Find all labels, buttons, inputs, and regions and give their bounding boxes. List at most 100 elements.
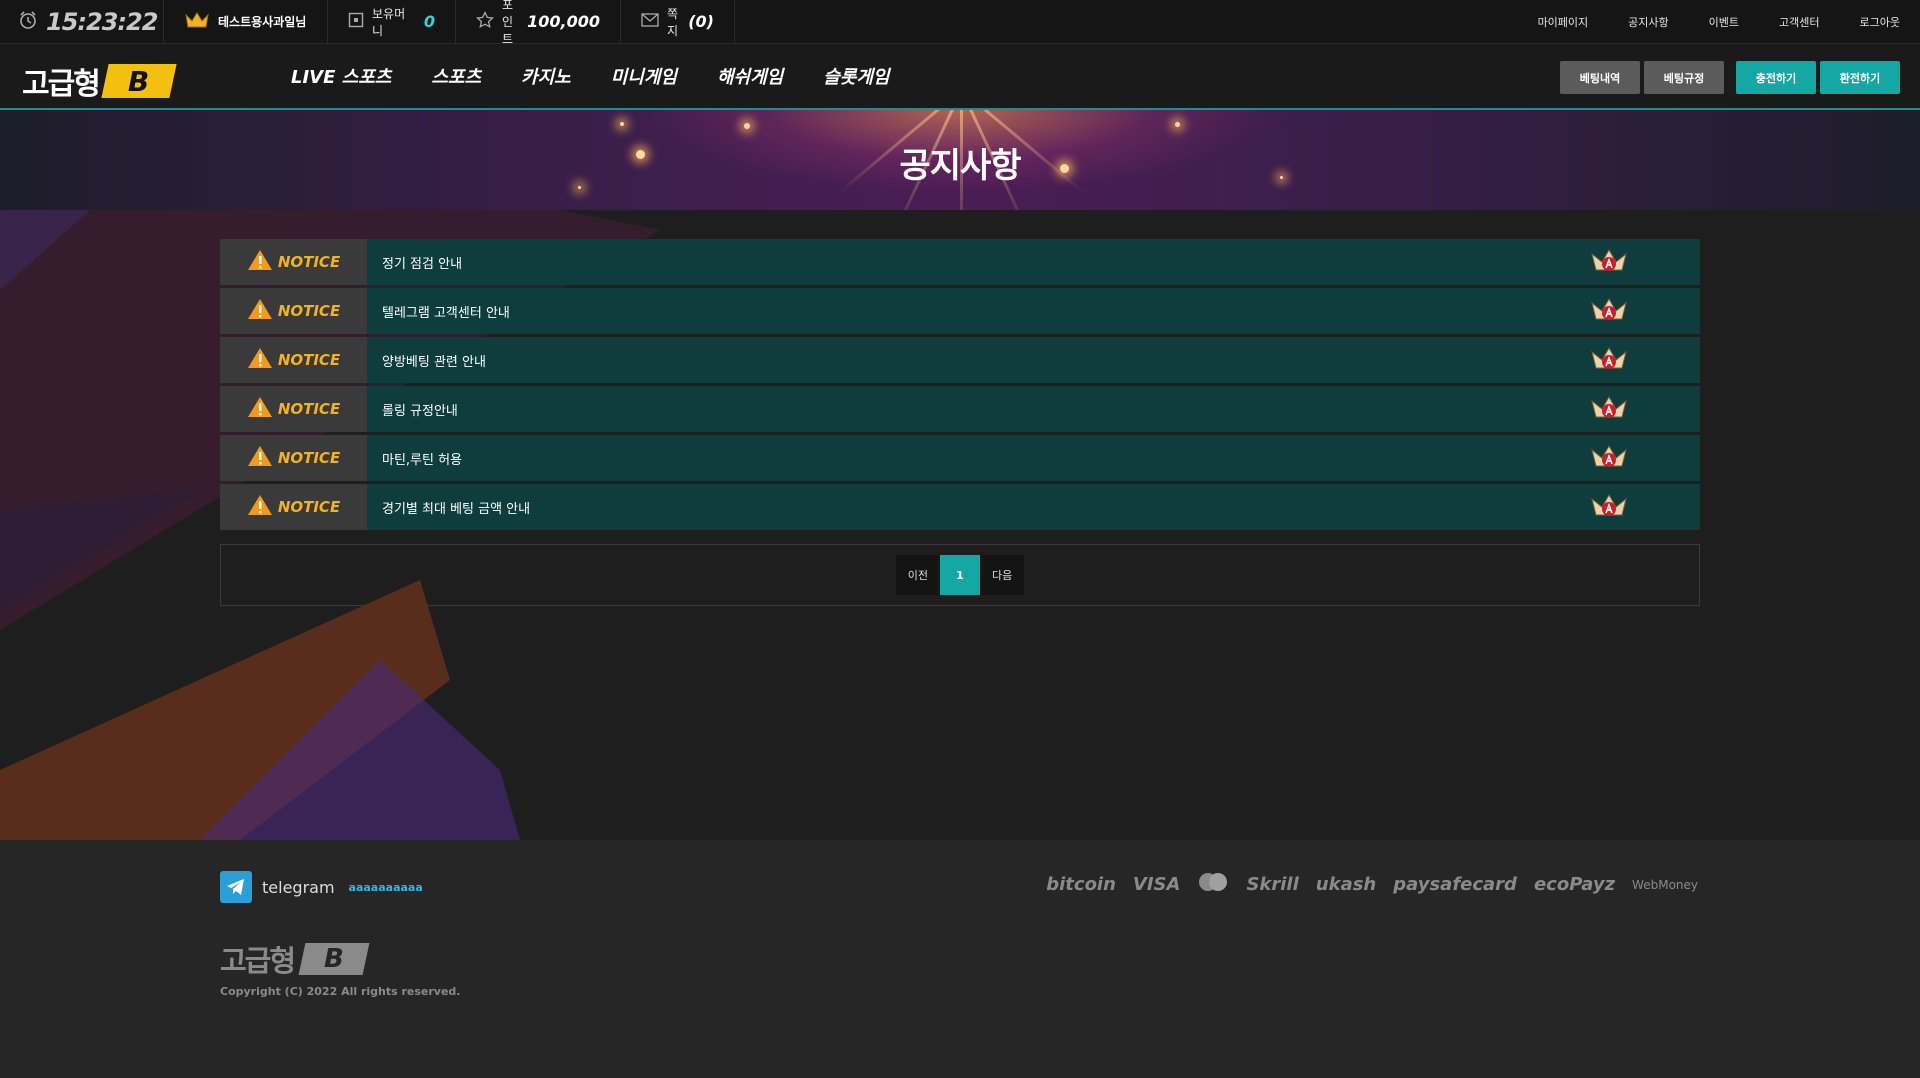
sparkle: [1175, 122, 1180, 127]
notice-tag-label: NOTICE: [277, 400, 341, 418]
top-bar: 15:23:22 테스트용사과일님 보유머니 0 포인트 100,000 쪽지 …: [0, 0, 1920, 46]
envelope-icon: [641, 12, 659, 31]
menu-casino[interactable]: 카지노: [521, 63, 571, 89]
username: 테스트용사과일님: [218, 15, 307, 29]
warning-icon: [247, 445, 273, 471]
pagination-box: 이전 1 다음: [220, 544, 1700, 606]
crown-icon: [184, 11, 210, 33]
copyright: Copyright (C) 2022 All rights reserved.: [220, 985, 461, 998]
admin-badge-icon: [1590, 444, 1700, 472]
notice-tag-label: NOTICE: [277, 351, 341, 369]
admin-badge-icon: [1590, 346, 1700, 374]
ukash-logo: ukash: [1315, 874, 1377, 895]
notice-tag-label: NOTICE: [277, 449, 341, 467]
balance-money: 보유머니 0: [328, 0, 456, 43]
notice-tag: NOTICE: [220, 239, 367, 285]
notice-title[interactable]: 경기별 최대 베팅 금액 안내: [382, 498, 1590, 517]
menu-minigame[interactable]: 미니게임: [611, 63, 677, 89]
notice-title[interactable]: 마틴,루틴 허용: [382, 449, 1590, 468]
warning-icon: [247, 396, 273, 422]
bet-history-button[interactable]: 베팅내역: [1560, 61, 1640, 94]
message-label: 쪽지: [667, 6, 679, 38]
point-value: 100,000: [527, 12, 600, 31]
notice-tag: NOTICE: [220, 337, 367, 383]
footer-logo-badge-letter: B: [324, 944, 344, 974]
notice-row[interactable]: NOTICE 롤링 규정안내: [220, 386, 1700, 432]
footer-logo-badge: B: [298, 943, 370, 975]
main-nav: 고급형 B LIVE 스포츠 스포츠 카지노 미니게임 해쉬게임 슬롯게임 베팅…: [0, 44, 1920, 110]
notice-tag-label: NOTICE: [277, 498, 341, 516]
withdraw-button[interactable]: 환전하기: [1820, 61, 1900, 94]
notice-title[interactable]: 정기 점검 안내: [382, 253, 1590, 272]
star-icon: [476, 10, 494, 33]
warning-icon: [247, 298, 273, 324]
notice-row[interactable]: NOTICE 양방베팅 관련 안내: [220, 337, 1700, 383]
notice-row[interactable]: NOTICE 정기 점검 안내: [220, 239, 1700, 285]
messages[interactable]: 쪽지 (0): [621, 0, 735, 43]
telegram-id[interactable]: aaaaaaaaaa: [349, 881, 423, 894]
notice-tag: NOTICE: [220, 386, 367, 432]
sparkle: [744, 123, 750, 129]
page-number-current[interactable]: 1: [940, 555, 980, 595]
notice-title[interactable]: 양방베팅 관련 안내: [382, 351, 1590, 370]
warning-icon: [247, 249, 273, 275]
main-content: NOTICE 정기 점검 안내 NOTICE 텔레그램 고객센터 안내 NOTI…: [0, 210, 1920, 840]
notice-title[interactable]: 텔레그램 고객센터 안내: [382, 302, 1590, 321]
notice-tag-label: NOTICE: [277, 302, 341, 320]
bet-rules-button[interactable]: 베팅규정: [1644, 61, 1724, 94]
warning-icon: [247, 347, 273, 373]
logo-badge-letter: B: [128, 64, 150, 98]
points: 포인트 100,000: [456, 0, 621, 46]
wallet-icon: [348, 12, 364, 32]
ecopayz-logo: ecoPayz: [1533, 874, 1616, 895]
page-banner: 공지사항: [0, 110, 1920, 210]
notice-row[interactable]: NOTICE 경기별 최대 베팅 금액 안내: [220, 484, 1700, 530]
link-logout[interactable]: 로그아웃: [1840, 14, 1920, 30]
warning-icon: [247, 494, 273, 520]
prev-page-button[interactable]: 이전: [895, 555, 940, 595]
menu-live-sports[interactable]: LIVE 스포츠: [291, 63, 391, 89]
bitcoin-logo: bitcoin: [1046, 874, 1116, 895]
footer-logo: 고급형 B: [220, 938, 370, 980]
notice-row[interactable]: NOTICE 마틴,루틴 허용: [220, 435, 1700, 481]
notice-tag: NOTICE: [220, 484, 367, 530]
link-mypage[interactable]: 마이페이지: [1518, 14, 1609, 30]
clock: 15:23:22: [0, 0, 164, 43]
message-count: (0): [688, 12, 714, 31]
menu-hashgame[interactable]: 해쉬게임: [717, 63, 783, 89]
notice-tag: NOTICE: [220, 435, 367, 481]
top-links: 마이페이지 공지사항 이벤트 고객센터 로그아웃: [1518, 0, 1920, 43]
footer: telegram aaaaaaaaaa bitcoin VISA Skrill …: [0, 840, 1920, 1078]
skrill-logo: Skrill: [1246, 874, 1299, 895]
link-notice[interactable]: 공지사항: [1608, 14, 1688, 30]
paysafecard-logo: paysafecard: [1393, 874, 1517, 895]
logo-badge: B: [101, 64, 177, 98]
menu-sports[interactable]: 스포츠: [431, 63, 481, 89]
link-event[interactable]: 이벤트: [1689, 14, 1759, 30]
notice-row[interactable]: NOTICE 텔레그램 고객센터 안내: [220, 288, 1700, 334]
telegram-contact[interactable]: telegram aaaaaaaaaa: [220, 871, 423, 903]
webmoney-logo: WebMoney: [1632, 877, 1698, 892]
telegram-label: telegram: [262, 877, 335, 897]
alarm-clock-icon: [18, 10, 38, 34]
main-menu: LIVE 스포츠 스포츠 카지노 미니게임 해쉬게임 슬롯게임: [291, 44, 929, 108]
logo-word: 고급형: [22, 67, 101, 102]
pagination: 이전 1 다음: [895, 555, 1025, 595]
notice-list: NOTICE 정기 점검 안내 NOTICE 텔레그램 고객센터 안내 NOTI…: [220, 239, 1700, 533]
money-label: 보유머니: [372, 6, 406, 38]
point-label: 포인트: [502, 0, 514, 46]
link-support[interactable]: 고객센터: [1759, 14, 1839, 30]
notice-title[interactable]: 롤링 규정안내: [382, 400, 1590, 419]
telegram-icon: [220, 871, 252, 903]
menu-slotgame[interactable]: 슬롯게임: [823, 63, 889, 89]
admin-badge-icon: [1590, 297, 1700, 325]
site-logo[interactable]: 고급형 B: [22, 59, 177, 103]
next-page-button[interactable]: 다음: [980, 555, 1025, 595]
notice-tag: NOTICE: [220, 288, 367, 334]
page-title: 공지사항: [899, 146, 1021, 186]
notice-tag-label: NOTICE: [277, 253, 341, 271]
mastercard-icon: [1197, 872, 1229, 897]
deposit-button[interactable]: 충전하기: [1736, 61, 1816, 94]
payment-logos: bitcoin VISA Skrill ukash paysafecard ec…: [1046, 872, 1698, 897]
nav-buttons: 베팅내역 베팅규정 충전하기 환전하기: [1560, 61, 1900, 94]
